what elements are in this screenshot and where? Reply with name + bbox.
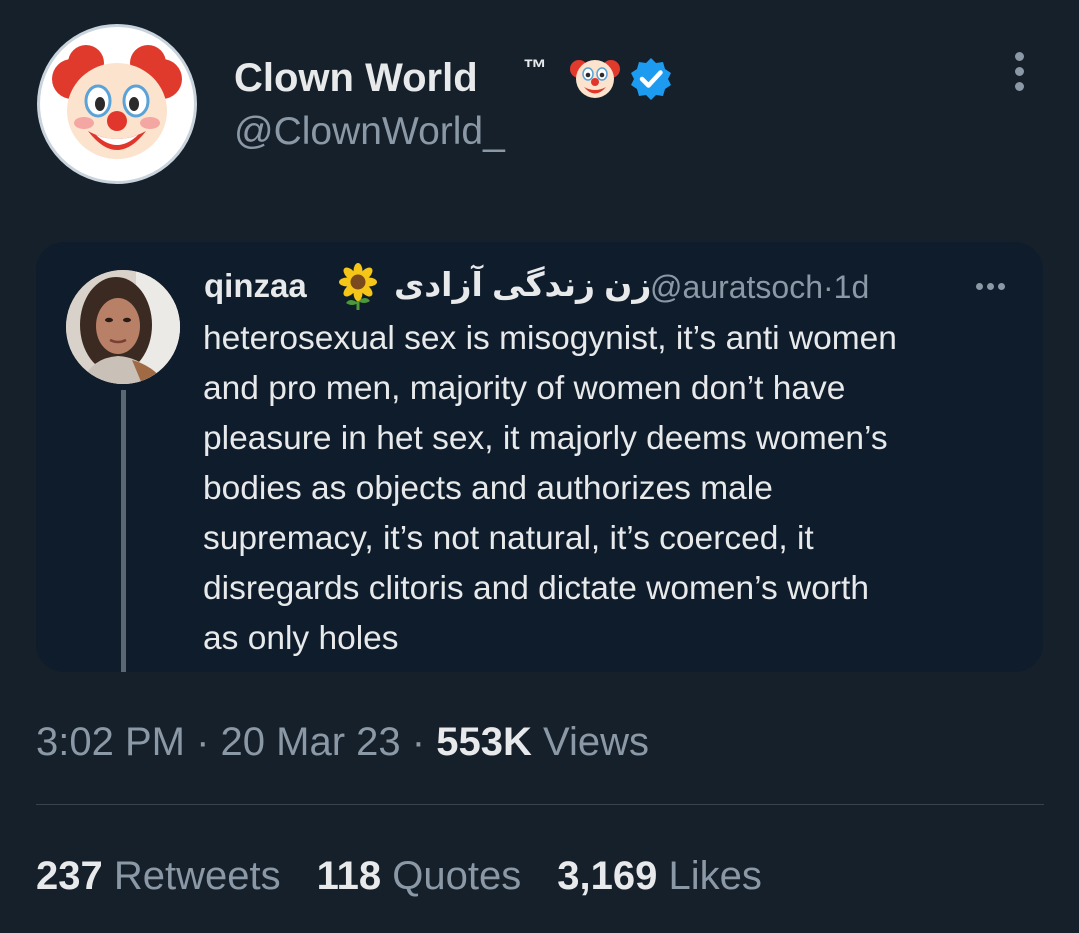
separator-dot: · bbox=[196, 720, 210, 764]
quoted-age: 1d bbox=[833, 269, 870, 305]
thread-connector-line bbox=[121, 390, 126, 672]
quotes-count: 118 bbox=[316, 854, 382, 898]
tweet-time[interactable]: 3:02 PM bbox=[36, 720, 185, 764]
views-label: Views bbox=[542, 720, 649, 764]
quoted-author-name[interactable]: qinzaa bbox=[204, 264, 307, 308]
verified-badge-icon bbox=[628, 56, 674, 102]
tweet-date[interactable]: 20 Mar 23 bbox=[221, 720, 401, 764]
quoted-author-avatar[interactable] bbox=[66, 270, 180, 384]
quoted-handle: @auratsoch bbox=[650, 269, 824, 305]
divider bbox=[36, 804, 1044, 805]
quoted-author-handle-and-age[interactable]: @auratsoch·1d bbox=[650, 265, 869, 309]
trademark-symbol: ™ bbox=[523, 55, 547, 82]
engagement-stats: 237 Retweets 118 Quotes 3,169 Likes bbox=[36, 848, 762, 904]
quoted-tweet-text: heterosexual sex is misogynist, it’s ant… bbox=[203, 320, 897, 657]
retweets-stat[interactable]: 237 Retweets bbox=[36, 848, 281, 904]
retweets-count: 237 bbox=[36, 854, 103, 898]
author-avatar[interactable] bbox=[37, 24, 197, 184]
author-handle[interactable]: @ClownWorld_ bbox=[234, 108, 505, 156]
quoted-author-name-persian: زن زندگی آزادی bbox=[394, 266, 652, 303]
clown-face-icon bbox=[568, 52, 622, 102]
tweet-meta: 3:02 PM · 20 Mar 23 · 553K Views bbox=[36, 714, 649, 770]
likes-stat[interactable]: 3,169 Likes bbox=[557, 848, 762, 904]
more-options-icon[interactable] bbox=[968, 280, 1012, 294]
separator-dot: · bbox=[411, 720, 426, 764]
clown-face-icon bbox=[52, 45, 182, 159]
author-display-name[interactable]: Clown World bbox=[234, 54, 478, 102]
quotes-label: Quotes bbox=[392, 854, 522, 898]
retweets-label: Retweets bbox=[113, 854, 281, 898]
separator-dot: · bbox=[823, 269, 834, 305]
quotes-stat[interactable]: 118 Quotes bbox=[317, 848, 522, 904]
views-count: 553K bbox=[436, 720, 532, 764]
more-options-icon[interactable] bbox=[1008, 50, 1032, 94]
likes-label: Likes bbox=[668, 854, 762, 898]
likes-count: 3,169 bbox=[557, 854, 658, 898]
sunflower-icon bbox=[334, 263, 382, 311]
